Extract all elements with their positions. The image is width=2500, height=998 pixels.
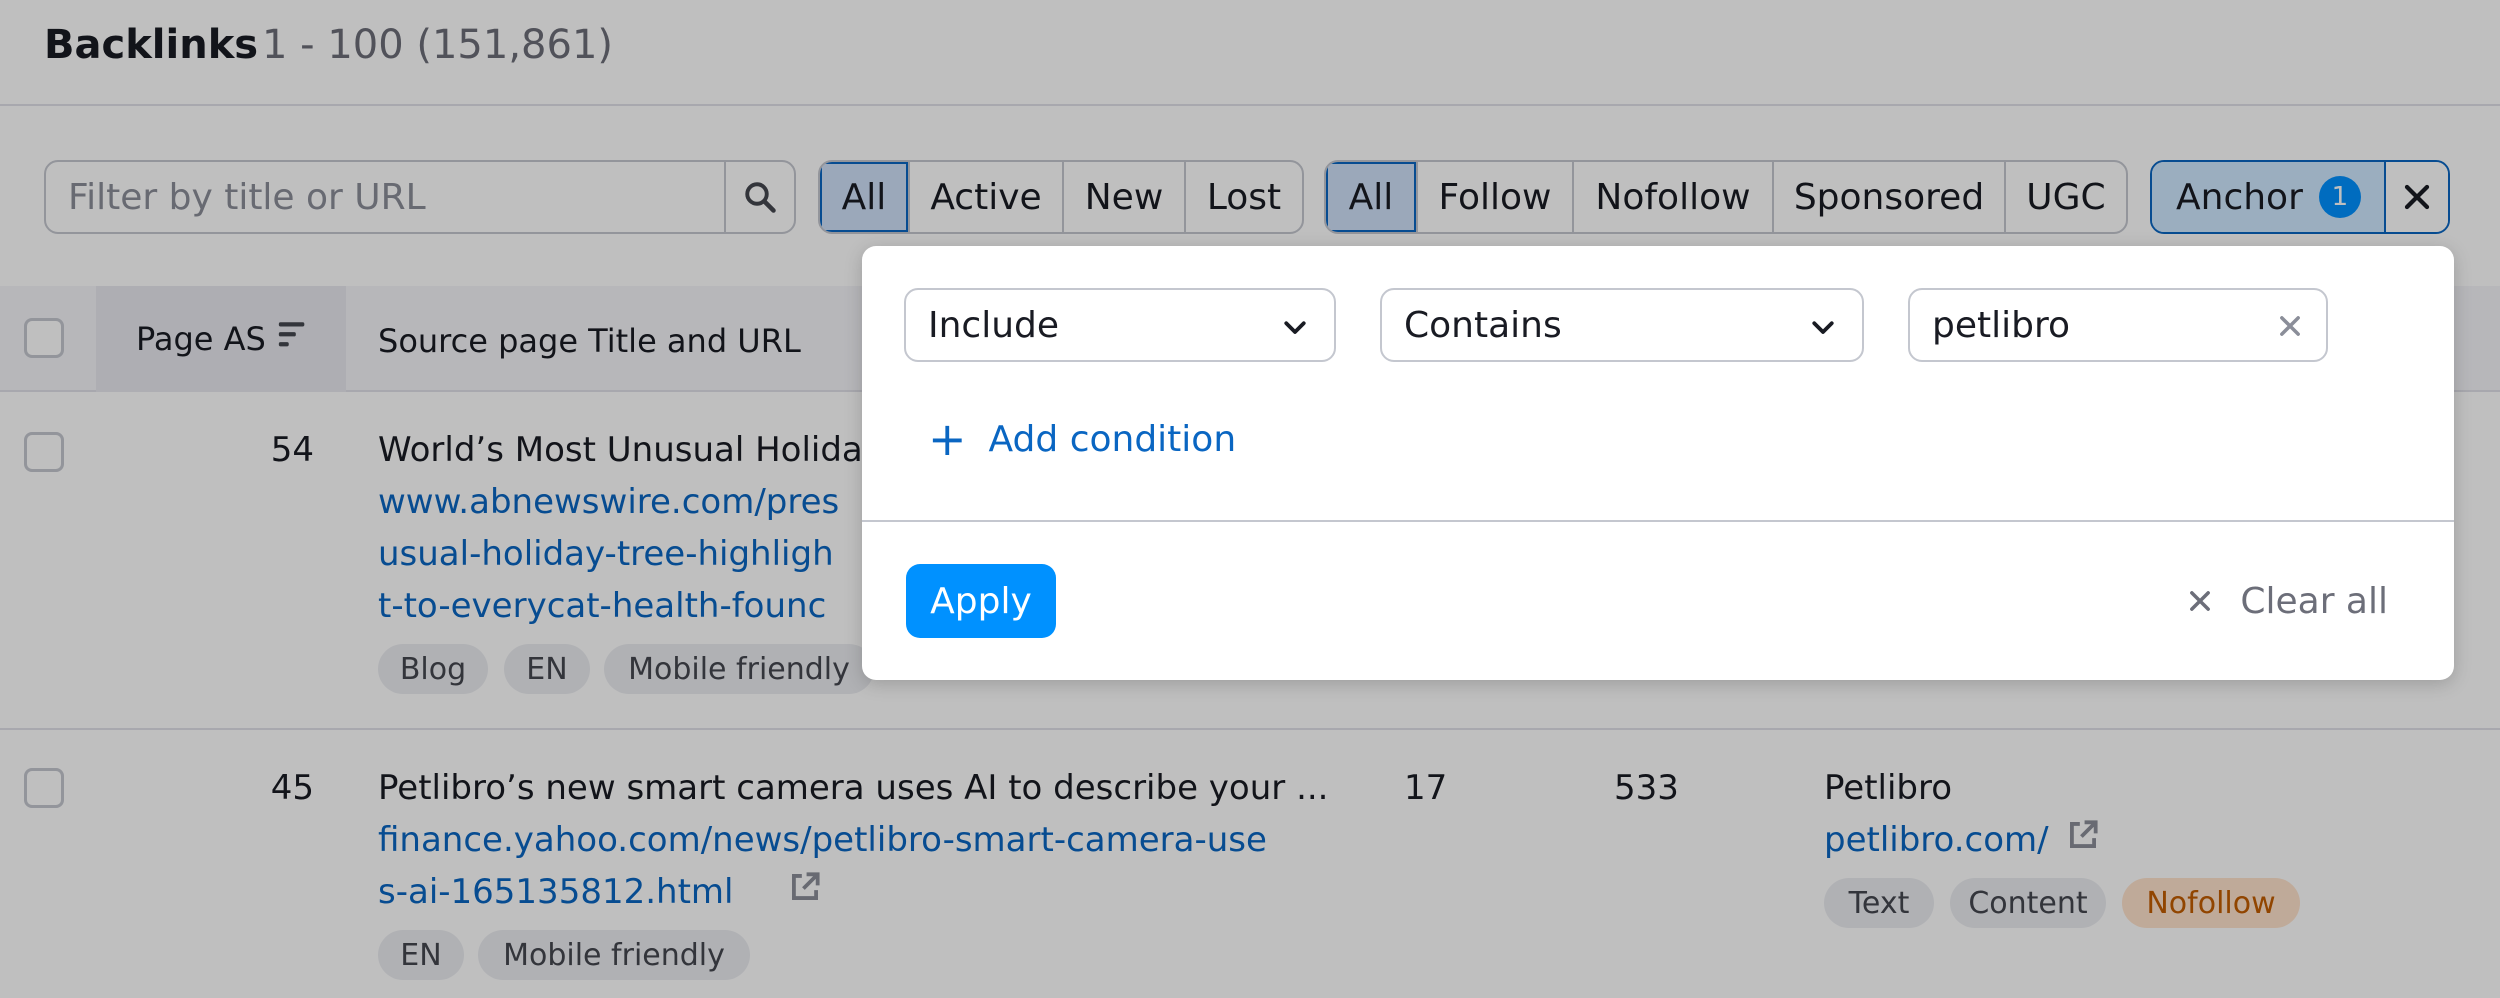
match-type-select-value: Contains [1404,304,1562,346]
popup-divider [862,520,2454,522]
chevron-down-icon [1812,321,1834,334]
clear-input-icon[interactable] [2276,312,2304,340]
chevron-down-icon [1284,321,1306,334]
add-condition-button[interactable]: + Add condition [928,416,1236,462]
clear-all-label: Clear all [2240,580,2388,622]
anchor-filter-popup: Include Contains + Add condition Apply C… [862,246,2454,680]
anchor-value-input[interactable] [1910,290,2270,360]
match-type-select[interactable]: Contains [1380,288,1864,362]
apply-button[interactable]: Apply [906,564,1056,638]
plus-icon: + [928,412,967,466]
clear-all-button[interactable]: Clear all [2186,564,2388,638]
include-select[interactable]: Include [904,288,1336,362]
add-condition-label: Add condition [988,418,1237,460]
include-select-value: Include [928,304,1060,346]
anchor-value-field [1908,288,2328,362]
close-icon [2190,591,2211,611]
